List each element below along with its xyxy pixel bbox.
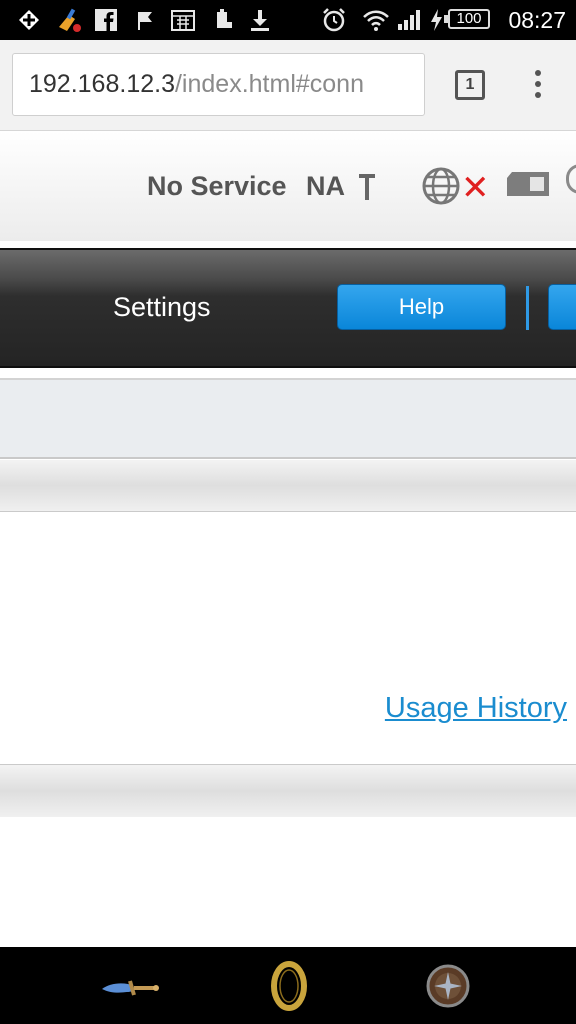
cleaner-icon [54,6,84,34]
alarm-icon [320,6,348,34]
antenna-icon [359,174,375,200]
lower-section [0,817,576,947]
disconnected-x-icon: ✕ [461,168,490,208]
flag-icon [134,6,156,34]
facebook-icon [94,6,118,34]
service-status: No Service [147,171,287,201]
ring-icon[interactable] [259,961,319,1011]
help-button[interactable]: Help [337,284,506,330]
network-type: NA [306,171,345,201]
sword-icon[interactable] [100,961,160,1011]
usage-history-link[interactable]: Usage History [385,692,567,725]
android-status-bar: 100 08:27 [0,0,576,40]
clock: 08:27 [508,7,566,33]
nav-divider [526,286,529,330]
battery-saver-icon [212,6,234,34]
router-status-strip: No Service NA ✕ [0,131,576,242]
add-icon [16,6,42,34]
url-path: /index.html#conn [174,70,364,98]
calendar-icon [170,6,196,34]
signal-icon [396,6,424,34]
globe-icon [422,167,460,205]
overflow-menu-icon[interactable] [530,70,546,102]
download-icon [247,6,273,34]
divider [0,241,576,250]
main-nav-bar: Settings Help [0,250,576,368]
nav-settings[interactable]: Settings [113,292,211,323]
sim-card-icon [507,172,549,196]
nav-next-button[interactable] [548,284,576,330]
usage-section: Usage History [0,512,576,764]
wifi-icon [361,6,391,34]
section-header-band [0,378,576,459]
section-title-bar [0,460,576,512]
status-edge-icon [566,164,576,194]
section-title-bar-2 [0,764,576,818]
tab-switcher-button[interactable]: 1 [455,70,485,100]
charging-icon [427,6,445,34]
browser-toolbar: 192.168.12.3/index.html#conn 1 [0,40,576,131]
address-bar[interactable]: 192.168.12.3/index.html#conn [12,53,425,116]
url-host: 192.168.12.3 [29,70,175,98]
bottom-dock [0,947,576,1024]
battery-level: 100 [444,9,490,29]
shield-icon[interactable] [418,961,478,1011]
